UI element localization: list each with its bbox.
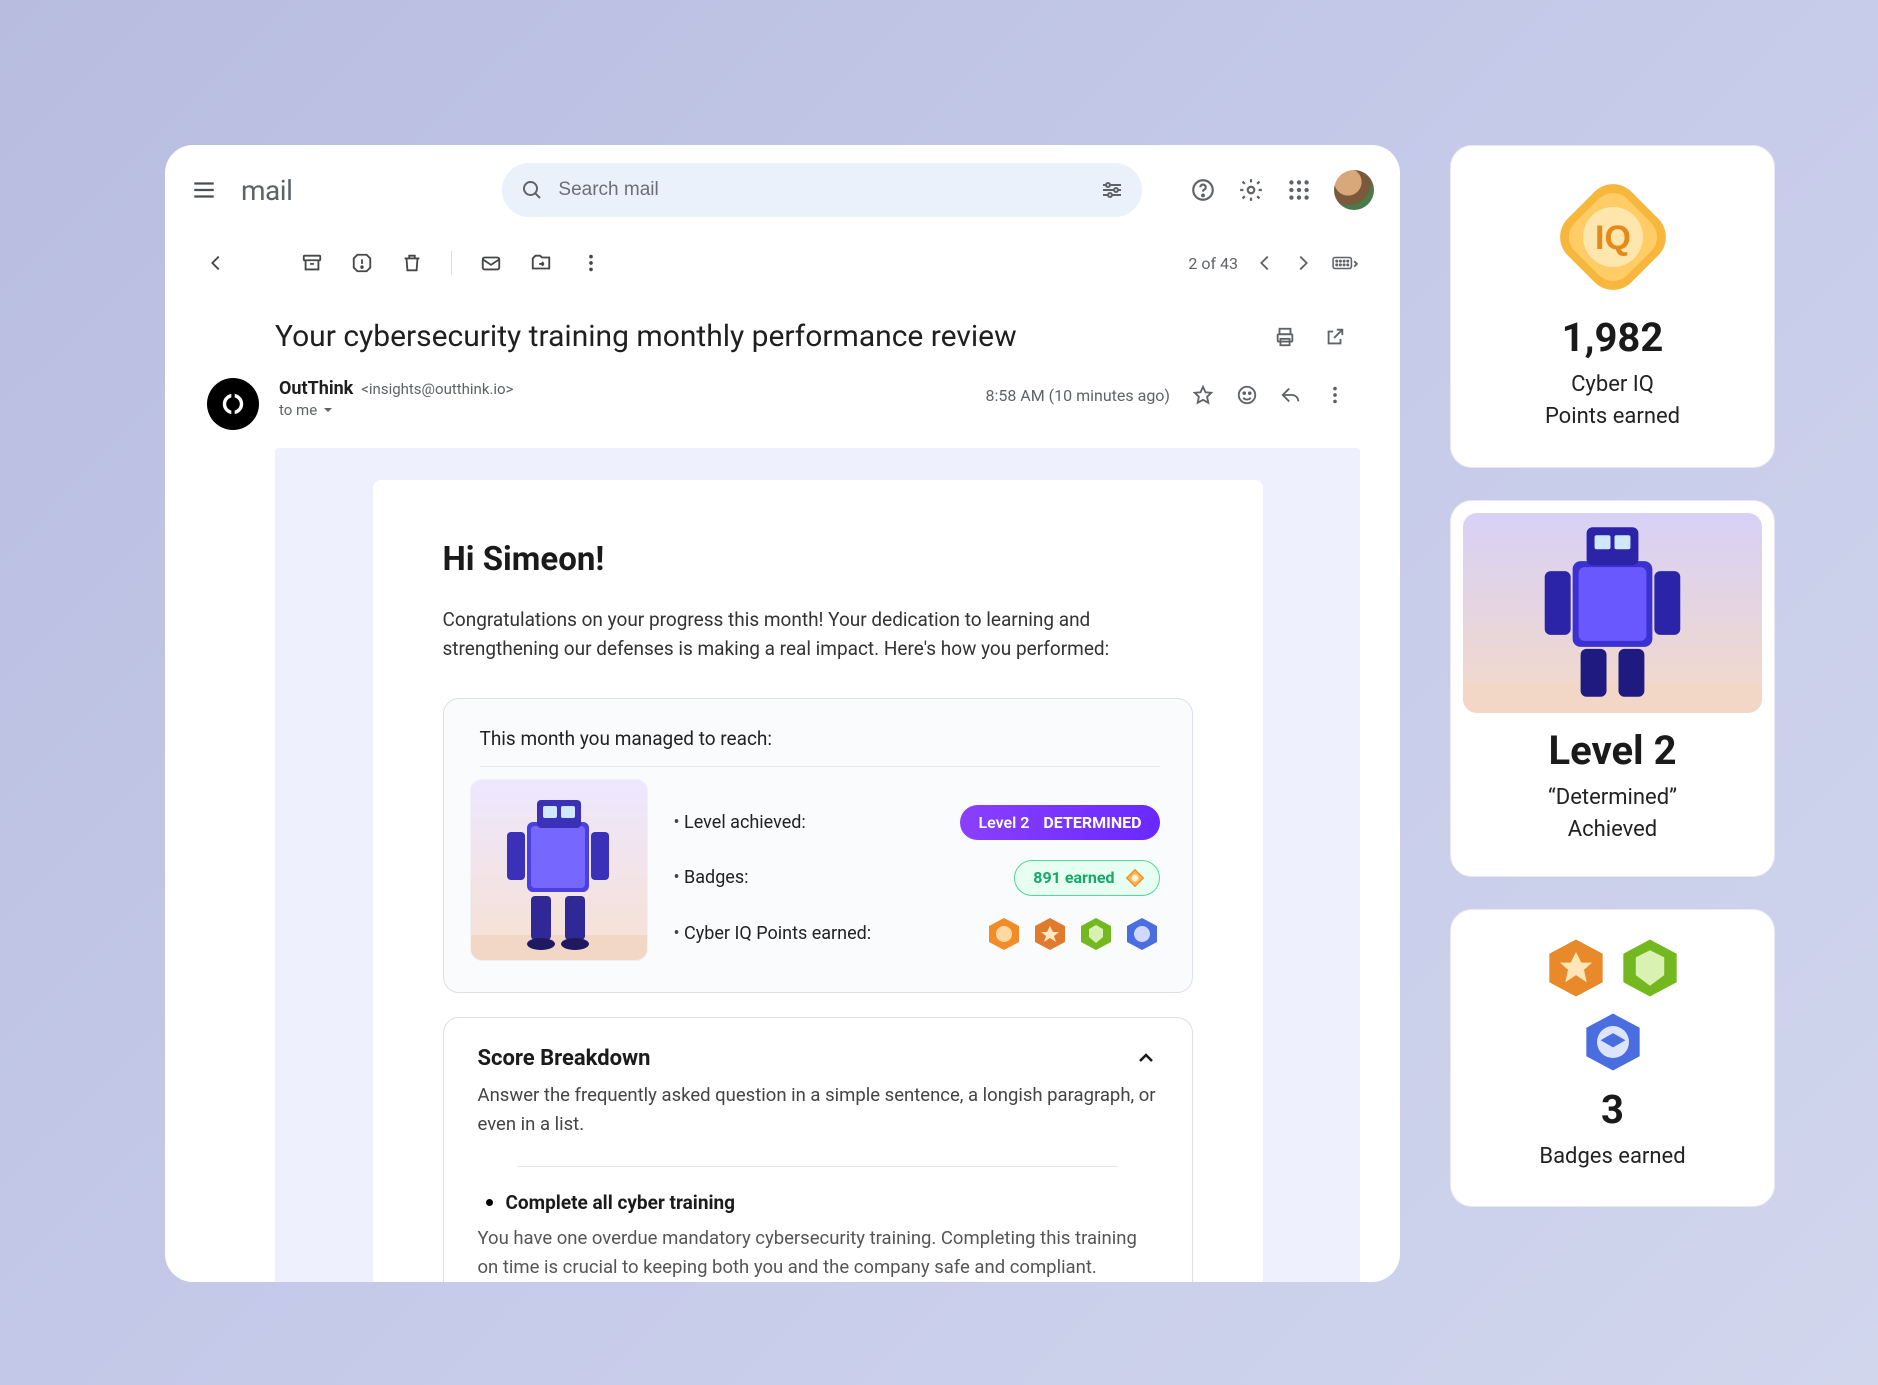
prev-message-icon[interactable] <box>1254 252 1276 274</box>
mark-unread-icon[interactable] <box>480 252 502 274</box>
sender-email: <insights@outthink.io> <box>361 380 513 398</box>
level-pill: Level 2 DETERMINED <box>960 805 1159 840</box>
score-breakdown-box: Score Breakdown Answer the frequently as… <box>443 1017 1193 1282</box>
iq-points-line1: Cyber IQ <box>1473 369 1752 401</box>
robot-illustration <box>1463 513 1762 713</box>
user-avatar[interactable] <box>1334 170 1374 210</box>
achievements-box: This month you managed to reach: <box>443 698 1193 993</box>
chevron-down-icon <box>322 404 334 416</box>
badges-card: 3 Badges earned <box>1450 909 1775 1208</box>
achievement-side-cards: IQ 1,982 Cyber IQ Points earned <box>1450 145 1775 1207</box>
achievements-heading: This month you managed to reach: <box>480 727 1160 767</box>
collapse-chevron-icon[interactable] <box>1134 1046 1158 1070</box>
delete-icon[interactable] <box>401 252 423 274</box>
iq-points-line2: Points earned <box>1473 401 1752 433</box>
svg-text:IQ: IQ <box>1595 219 1631 257</box>
badges-label: Badges: <box>674 867 749 888</box>
more-vert-icon[interactable] <box>1324 384 1346 406</box>
level-pill-level: Level 2 <box>978 813 1029 832</box>
search-input[interactable] <box>558 179 1086 201</box>
email-subject: Your cybersecurity training monthly perf… <box>275 319 1254 354</box>
hamburger-menu-icon[interactable] <box>191 177 217 203</box>
input-tools-icon[interactable] <box>1330 252 1360 274</box>
badge-cluster <box>1528 936 1698 1074</box>
report-spam-icon[interactable] <box>351 252 373 274</box>
message-toolbar: 2 of 43 <box>175 235 1390 285</box>
score-item-title: Complete all cyber training <box>478 1191 1158 1214</box>
sender-avatar <box>207 378 259 430</box>
badge-hex-row <box>986 916 1160 952</box>
archive-icon[interactable] <box>301 252 323 274</box>
hex-badge-shield-icon <box>1618 936 1682 1000</box>
score-heading: Score Breakdown <box>478 1046 651 1071</box>
search-options-icon[interactable] <box>1100 178 1124 202</box>
badges-count: 3 <box>1473 1086 1752 1133</box>
iq-points-label: Cyber IQ Points earned: <box>674 923 872 944</box>
robot-illustration <box>470 779 648 961</box>
badges-pill: 891 earned <box>1014 860 1159 896</box>
more-vert-icon[interactable] <box>580 252 602 274</box>
iq-badge-icon: IQ <box>1548 172 1678 302</box>
help-icon[interactable] <box>1190 177 1216 203</box>
mail-header: mail <box>165 145 1400 235</box>
hex-badge-cap-icon <box>1581 1010 1645 1074</box>
next-message-icon[interactable] <box>1292 252 1314 274</box>
search-bar[interactable] <box>502 163 1142 217</box>
level-line2: Achieved <box>1463 814 1762 846</box>
recipient-label: to me <box>279 401 317 419</box>
message-counter: 2 of 43 <box>1188 254 1238 273</box>
hex-badge-cap-icon <box>1124 916 1160 952</box>
hex-badge-star-icon <box>1032 916 1068 952</box>
print-icon[interactable] <box>1274 326 1296 348</box>
back-arrow-icon[interactable] <box>205 252 227 274</box>
level-pill-title: DETERMINED <box>1043 813 1141 832</box>
email-timestamp: 8:58 AM (10 minutes ago) <box>985 386 1170 405</box>
open-new-window-icon[interactable] <box>1324 326 1346 348</box>
hex-badge-star-icon <box>1544 936 1608 1000</box>
level-title: Level 2 <box>1463 727 1762 774</box>
coin-icon <box>1125 868 1145 888</box>
reaction-icon[interactable] <box>1236 384 1258 406</box>
hex-badge-shield-icon <box>1078 916 1114 952</box>
level-achieved-label: Level achieved: <box>674 812 806 833</box>
iq-points-card: IQ 1,982 Cyber IQ Points earned <box>1450 145 1775 468</box>
email-greeting: Hi Simeon! <box>443 540 1193 579</box>
badges-label: Badges earned <box>1473 1141 1752 1173</box>
recipient-dropdown[interactable]: to me <box>279 401 965 419</box>
move-to-icon[interactable] <box>530 252 552 274</box>
mail-window: mail <box>165 145 1400 1282</box>
level-card: Level 2 “Determined” Achieved <box>1450 500 1775 877</box>
settings-gear-icon[interactable] <box>1238 177 1264 203</box>
sender-name: OutThink <box>279 378 353 399</box>
search-icon <box>520 178 544 202</box>
hex-badge-lion-icon <box>986 916 1022 952</box>
email-body-wrap: Hi Simeon! Congratulations on your progr… <box>275 448 1360 1282</box>
apps-grid-icon[interactable] <box>1286 177 1312 203</box>
score-item-body: You have one overdue mandatory cybersecu… <box>478 1224 1158 1281</box>
reply-icon[interactable] <box>1280 384 1302 406</box>
level-line1: “Determined” <box>1463 782 1762 814</box>
app-name: mail <box>241 174 292 207</box>
email-intro: Congratulations on your progress this mo… <box>443 605 1193 664</box>
iq-points-value: 1,982 <box>1473 314 1752 361</box>
badges-pill-text: 891 earned <box>1033 868 1114 887</box>
score-description: Answer the frequently asked question in … <box>478 1081 1158 1166</box>
star-icon[interactable] <box>1192 384 1214 406</box>
